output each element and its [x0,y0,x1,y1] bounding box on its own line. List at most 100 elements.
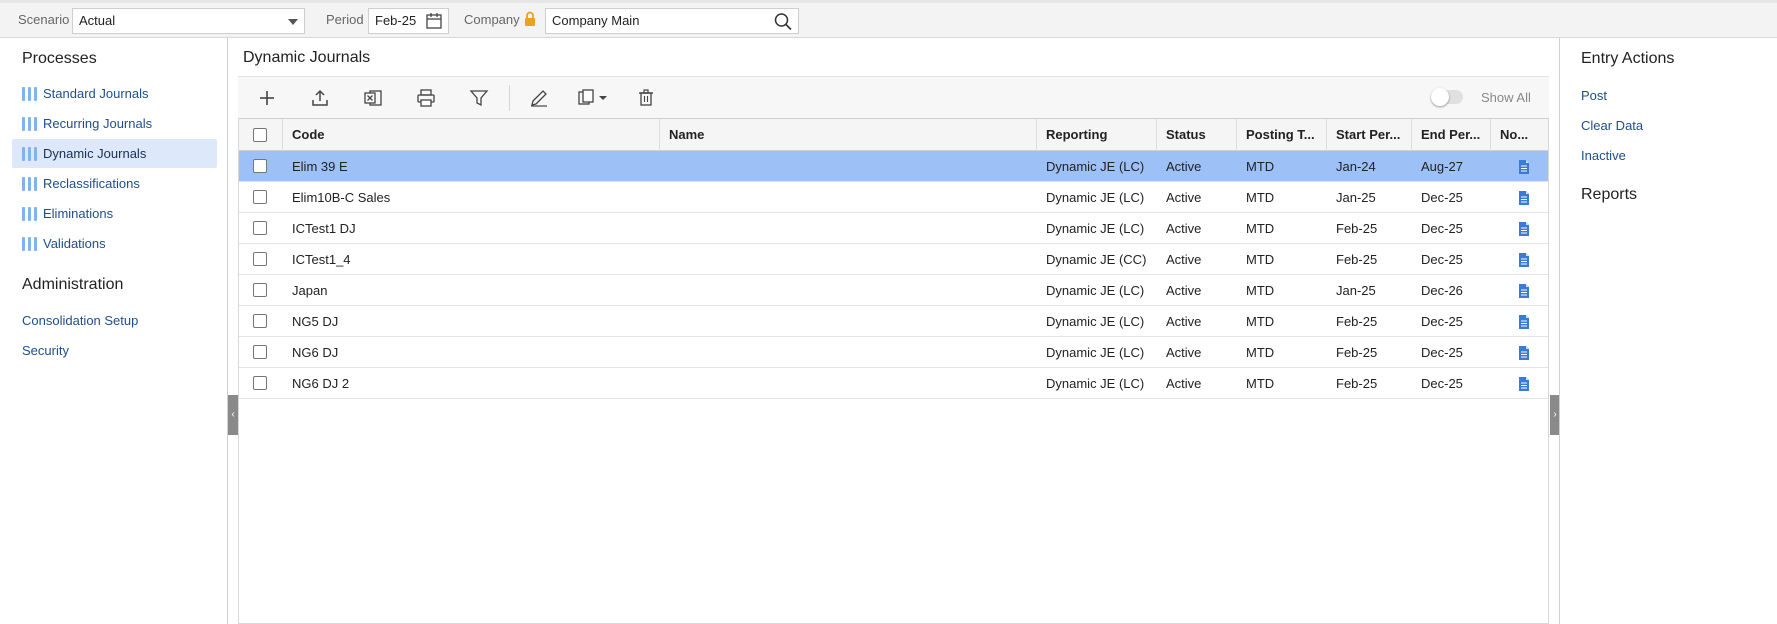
calendar-icon[interactable] [426,9,442,41]
cell-code: Elim 39 E [292,159,348,174]
lock-icon [524,11,536,30]
cell-start-period: Feb-25 [1336,345,1378,360]
nav-item-label: Standard Journals [43,86,149,101]
nav-item-validations[interactable]: Validations [12,229,217,258]
row-checkbox[interactable] [253,190,267,204]
table-row[interactable]: ICTest1 DJ Dynamic JE (LC) Active MTD Feb-25… [239,213,1548,244]
row-checkbox[interactable] [253,345,267,359]
cell-posting-type: MTD [1246,283,1275,298]
nav-link-security[interactable]: Security [22,343,69,358]
journal-bars-icon [22,87,37,101]
chevron-right-icon: › [1553,409,1557,420]
table-row[interactable]: ICTest1_4 Dynamic JE (CC) Active MTD Feb-25 D… [239,244,1548,275]
nav-item-eliminations[interactable]: Eliminations [12,199,217,228]
post-action-link[interactable]: Post [1581,88,1607,103]
scenario-select[interactable]: Actual [72,8,305,34]
row-checkbox[interactable] [253,221,267,235]
cell-name [660,151,1037,182]
cell-posting-type: MTD [1246,252,1275,267]
administration-heading: Administration [22,276,124,293]
show-all-toggle[interactable] [1431,88,1463,106]
company-input[interactable]: Company Main [545,8,799,34]
filter-icon[interactable] [468,87,490,109]
nav-item-recurring-journals[interactable]: Recurring Journals [12,109,217,138]
journals-grid: Code Name Reporting Status Posting T... … [238,118,1549,624]
table-row[interactable]: NG6 DJ Dynamic JE (LC) Active MTD Feb-25 Dec-… [239,337,1548,368]
header-reporting[interactable]: Reporting [1037,119,1157,151]
inactive-action-link[interactable]: Inactive [1581,148,1626,163]
nav-item-label: Eliminations [43,206,114,221]
note-document-icon[interactable] [1518,191,1530,205]
cell-status: Active [1166,314,1202,329]
cell-name [660,275,1037,306]
show-all-label: Show All [1481,90,1531,105]
table-row[interactable]: NG6 DJ 2 Dynamic JE (LC) Active MTD Feb-25 De… [239,368,1548,399]
select-all-checkbox[interactable] [253,128,267,142]
header-start-period[interactable]: Start Per... [1327,119,1412,151]
journal-bars-icon [22,147,37,161]
table-row[interactable]: Elim10B-C Sales Dynamic JE (LC) Active MTD J… [239,182,1548,213]
collapse-left-panel-button[interactable]: ‹ [228,395,238,435]
cell-name [660,213,1037,244]
nav-item-reclassifications[interactable]: Reclassifications [12,169,217,198]
cell-reporting: Dynamic JE (CC) [1046,252,1147,267]
note-document-icon[interactable] [1518,315,1530,329]
delete-icon[interactable] [635,87,657,109]
cell-end-period: Dec-25 [1421,376,1463,391]
journal-bars-icon [22,117,37,131]
row-checkbox[interactable] [253,252,267,266]
row-checkbox[interactable] [253,159,267,173]
note-document-icon[interactable] [1518,284,1530,298]
header-name[interactable]: Name [660,119,1037,151]
cell-reporting: Dynamic JE (LC) [1046,190,1145,205]
note-document-icon[interactable] [1518,222,1530,236]
cell-name [660,306,1037,337]
table-row[interactable]: NG5 DJ Dynamic JE (LC) Active MTD Feb-25 Dec-… [239,306,1548,337]
note-document-icon[interactable] [1518,346,1530,360]
cell-posting-type: MTD [1246,345,1275,360]
copy-icon[interactable] [576,87,612,109]
row-checkbox[interactable] [253,283,267,297]
nav-item-dynamic-journals[interactable]: Dynamic Journals [12,139,217,168]
cell-end-period: Dec-25 [1421,345,1463,360]
upload-icon[interactable] [309,87,331,109]
search-icon[interactable] [774,9,792,41]
cell-status: Active [1166,190,1202,205]
clear-data-action-link[interactable]: Clear Data [1581,118,1643,133]
cell-name [660,244,1037,275]
cell-status: Active [1166,345,1202,360]
note-document-icon[interactable] [1518,377,1530,391]
cell-code: ICTest1_4 [292,252,351,267]
header-status[interactable]: Status [1157,119,1237,151]
add-icon[interactable] [256,87,278,109]
header-code[interactable]: Code [283,119,660,151]
cell-end-period: Dec-25 [1421,221,1463,236]
cell-start-period: Feb-25 [1336,221,1378,236]
cell-end-period: Dec-25 [1421,190,1463,205]
toolbar-separator [509,85,510,111]
header-posting-type[interactable]: Posting T... [1237,119,1327,151]
cell-start-period: Feb-25 [1336,252,1378,267]
cell-posting-type: MTD [1246,221,1275,236]
excel-icon[interactable] [362,87,384,109]
nav-item-standard-journals[interactable]: Standard Journals [12,79,217,108]
row-checkbox[interactable] [253,314,267,328]
note-document-icon[interactable] [1518,253,1530,267]
cell-end-period: Dec-26 [1421,283,1463,298]
edit-icon[interactable] [528,87,550,109]
table-row[interactable]: Elim 39 E Dynamic JE (LC) Active MTD Jan-24 A… [239,151,1548,182]
period-picker[interactable]: Feb-25 [368,8,449,34]
cell-code: NG6 DJ 2 [292,376,350,391]
note-document-icon[interactable] [1518,160,1530,174]
nav-link-consolidation-setup[interactable]: Consolidation Setup [22,313,138,328]
cell-reporting: Dynamic JE (LC) [1046,283,1145,298]
header-end-period[interactable]: End Per... [1412,119,1491,151]
header-notes[interactable]: No... [1491,119,1548,151]
scenario-value: Actual [79,13,116,28]
table-row[interactable]: Japan Dynamic JE (LC) Active MTD Jan-25 Dec-2… [239,275,1548,306]
cell-name [660,337,1037,368]
company-value: Company Main [552,13,640,28]
cell-status: Active [1166,283,1202,298]
print-icon[interactable] [415,87,437,109]
row-checkbox[interactable] [253,376,267,390]
